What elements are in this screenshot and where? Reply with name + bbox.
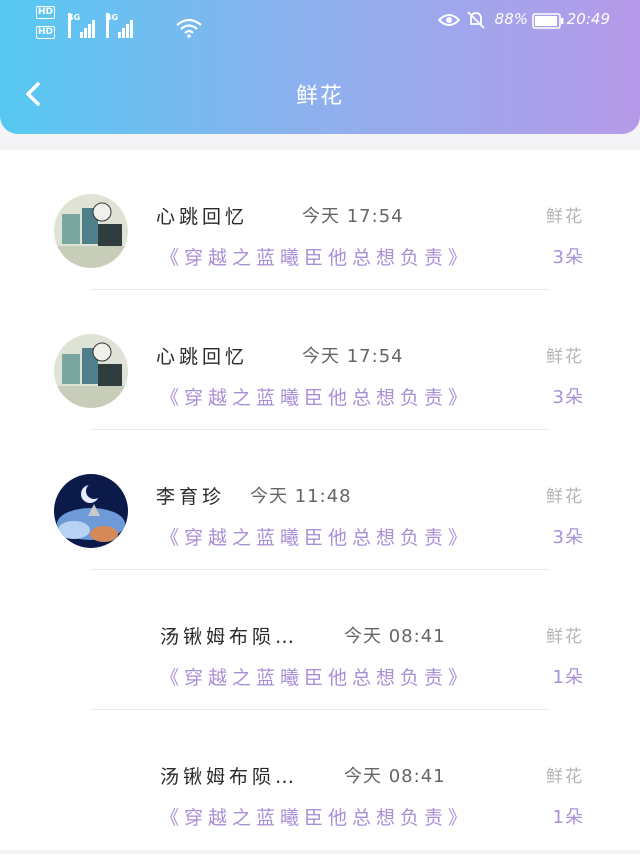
avatar[interactable] xyxy=(54,474,128,548)
book-title[interactable]: 《穿越之蓝曦臣他总想负责》 xyxy=(160,383,472,410)
status-bar: HD HD 4G 4G 88% 20:49 xyxy=(0,0,640,46)
list-item[interactable]: 汤锹姆布陨… 今天 08:41 鲜花 《穿越之蓝曦臣他总想负责》 1朵 xyxy=(0,570,640,710)
gift-type: 鲜花 xyxy=(546,207,584,227)
eye-icon xyxy=(438,14,460,26)
gift-count: 1朵 xyxy=(552,807,584,828)
gift-count: 3朵 xyxy=(552,527,584,548)
send-time: 今天 17:54 xyxy=(302,206,404,227)
list-item[interactable]: 汤锹姆布陨… 今天 08:41 鲜花 《穿越之蓝曦臣他总想负责》 1朵 xyxy=(0,710,640,850)
signal-icon: 4G xyxy=(68,13,98,38)
battery-icon xyxy=(532,13,564,29)
list-item[interactable]: 心跳回忆 今天 17:54 鲜花 《穿越之蓝曦臣他总想负责》 3朵 xyxy=(0,150,640,290)
app-header: HD HD 4G 4G 88% 20:49 鲜花 xyxy=(0,0,640,134)
send-time: 今天 08:41 xyxy=(344,626,446,647)
gift-type: 鲜花 xyxy=(546,347,584,367)
wifi-icon xyxy=(176,18,202,38)
gift-type: 鲜花 xyxy=(546,487,584,507)
gift-type: 鲜花 xyxy=(546,627,584,647)
send-time: 今天 17:54 xyxy=(302,346,404,367)
sender-name: 心跳回忆 xyxy=(156,206,249,228)
signal-icon: 4G xyxy=(106,13,136,38)
send-time: 今天 08:41 xyxy=(344,766,446,787)
hd-badge: HD xyxy=(36,26,56,39)
sender-name: 汤锹姆布陨… xyxy=(160,626,299,648)
book-title[interactable]: 《穿越之蓝曦臣他总想负责》 xyxy=(160,523,472,550)
book-title[interactable]: 《穿越之蓝曦臣他总想负责》 xyxy=(160,243,472,270)
book-title[interactable]: 《穿越之蓝曦臣他总想负责》 xyxy=(160,803,472,830)
mute-bell-icon xyxy=(467,11,485,29)
network-label: 4G xyxy=(68,13,80,38)
sender-name: 汤锹姆布陨… xyxy=(160,766,299,788)
sender-name: 李育珍 xyxy=(156,486,226,508)
list-item[interactable]: 李育珍 今天 11:48 鲜花 《穿越之蓝曦臣他总想负责》 3朵 xyxy=(0,430,640,570)
network-label: 4G xyxy=(106,13,118,38)
gift-type: 鲜花 xyxy=(546,767,584,787)
page-title: 鲜花 xyxy=(295,84,344,109)
avatar[interactable] xyxy=(54,334,128,408)
send-time: 今天 11:48 xyxy=(250,486,352,507)
sender-name: 心跳回忆 xyxy=(156,346,249,368)
gift-count: 3朵 xyxy=(552,247,584,268)
list-item[interactable]: 心跳回忆 今天 17:54 鲜花 《穿越之蓝曦臣他总想负责》 3朵 xyxy=(0,290,640,430)
clock: 20:49 xyxy=(566,10,610,28)
gift-count: 1朵 xyxy=(552,667,584,688)
gift-count: 3朵 xyxy=(552,387,584,408)
battery-percent: 88% xyxy=(494,10,528,28)
hd-badge: HD xyxy=(36,6,56,19)
book-title[interactable]: 《穿越之蓝曦臣他总想负责》 xyxy=(160,663,472,690)
avatar[interactable] xyxy=(54,194,128,268)
flower-record-list: 心跳回忆 今天 17:54 鲜花 《穿越之蓝曦臣他总想负责》 3朵 心跳回忆 今… xyxy=(0,150,640,850)
